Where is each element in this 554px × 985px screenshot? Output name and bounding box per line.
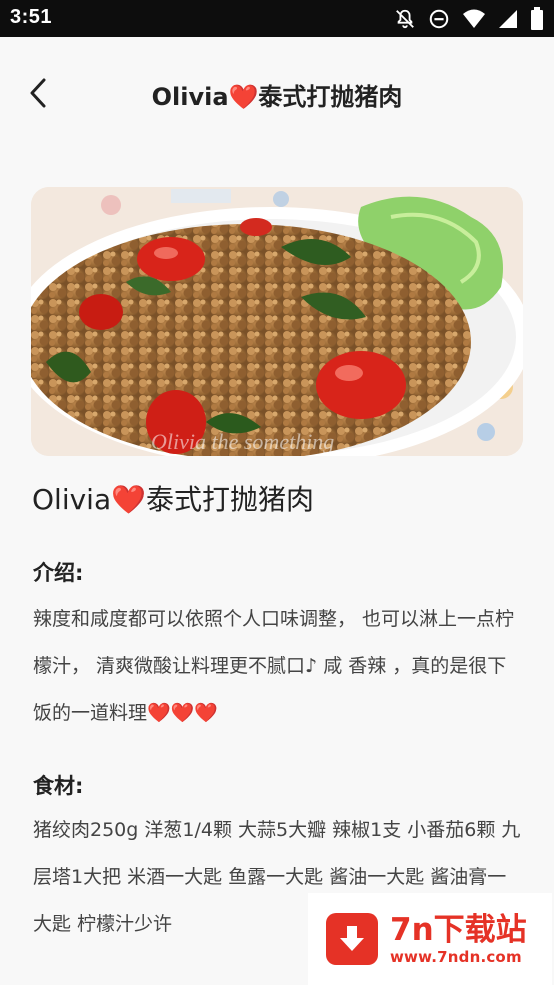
signal-icon [499, 10, 517, 28]
download-icon [326, 913, 378, 965]
watermark-name: 7n下载站 [390, 912, 527, 948]
intro-text: 辣度和咸度都可以依照个人口味调整， 也可以淋上一点柠檬汁， 清爽微酸让料理更不腻… [33, 608, 515, 724]
status-bar: 3:51 [0, 0, 554, 37]
status-time: 3:51 [10, 6, 53, 28]
recipe-name: Olivia❤️泰式打抛猪肉 [32, 483, 314, 516]
do-not-disturb-icon [429, 9, 449, 29]
battery-icon [531, 7, 543, 30]
food-photo: Olivia the something [31, 187, 523, 456]
svg-text:Olivia the something: Olivia the something [151, 429, 334, 454]
page-title: Olivia❤️泰式打抛猪肉 [151, 83, 403, 111]
app-bar: Olivia❤️泰式打抛猪肉 [0, 37, 554, 152]
bell-off-icon [396, 9, 414, 29]
wifi-icon [463, 9, 485, 28]
watermark: 7n下载站 www.7ndn.com [308, 893, 552, 985]
intro-heading: 介绍: [33, 561, 84, 585]
ingredients-heading: 食材: [33, 774, 84, 798]
recipe-hero-image: Olivia the something [31, 187, 523, 456]
watermark-url: www.7ndn.com [390, 948, 522, 966]
status-icons [394, 7, 544, 31]
